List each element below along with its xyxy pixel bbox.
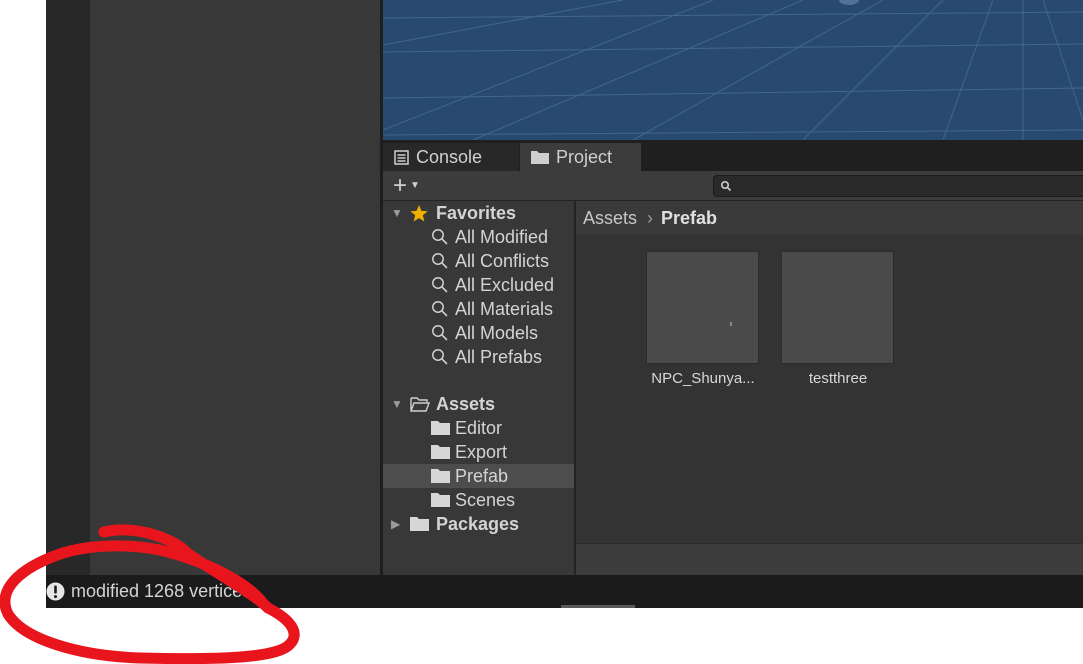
- folder-icon: [531, 150, 549, 164]
- breadcrumb: Assets › Prefab: [576, 201, 1083, 235]
- left-panel-strip: [46, 0, 90, 575]
- tree-item-favorite-search[interactable]: All Conflicts: [383, 249, 574, 273]
- search-icon: [431, 228, 449, 246]
- search-icon: [431, 276, 449, 294]
- asset-name: NPC_Shunya...: [651, 370, 755, 387]
- expand-arrow-icon[interactable]: ▶: [391, 517, 400, 531]
- tree-item-label: Packages: [436, 513, 520, 534]
- project-toolbar: + ▼: [383, 171, 1083, 201]
- folder-icon: [431, 493, 450, 507]
- status-progress-indicator: [561, 605, 635, 608]
- asset-tile[interactable]: testthree: [781, 251, 895, 387]
- chevron-right-icon: ›: [647, 207, 654, 228]
- search-input[interactable]: [713, 175, 1083, 197]
- tab-project-label: Project: [556, 146, 613, 167]
- tree-item-label: All Materials: [455, 298, 554, 319]
- prefab-preview-mark: [730, 322, 732, 326]
- project-content-area: Assets › Prefab NPC_Shunya... testthree: [576, 201, 1083, 575]
- content-footer-bar: [576, 543, 1083, 575]
- hierarchy-panel: [90, 0, 380, 575]
- asset-thumbnail: [781, 251, 894, 364]
- folder-icon: [410, 517, 429, 531]
- red-annotation-circle: [0, 524, 300, 664]
- folder-icon: [431, 469, 450, 483]
- tree-item-label: Favorites: [436, 202, 517, 223]
- asset-tile[interactable]: NPC_Shunya...: [646, 251, 760, 387]
- console-icon: [394, 149, 409, 165]
- tree-item-label: All Prefabs: [455, 346, 543, 367]
- tree-item-favorite-search[interactable]: All Materials: [383, 297, 574, 321]
- search-icon: [431, 324, 449, 342]
- tab-console[interactable]: Console: [383, 143, 519, 171]
- folder-open-icon: [410, 396, 430, 412]
- chevron-down-icon: ▼: [410, 180, 420, 191]
- tree-item-label: Export: [455, 441, 508, 462]
- tree-item-assets[interactable]: ▼ Assets: [383, 392, 574, 416]
- search-icon: [431, 300, 449, 318]
- tree-item-favorite-search[interactable]: All Prefabs: [383, 345, 574, 369]
- tree-item-packages[interactable]: ▶ Packages: [383, 512, 574, 536]
- tab-project[interactable]: Project: [520, 143, 641, 171]
- tree-item-label: All Conflicts: [455, 250, 550, 271]
- tree-item-label: Prefab: [455, 465, 509, 486]
- search-icon: [431, 348, 449, 366]
- search-icon: [720, 179, 732, 197]
- star-icon: [410, 204, 428, 222]
- tree-item-label: Scenes: [455, 489, 516, 510]
- project-folder-tree: ▼ Favorites All Modified All Conflicts A…: [383, 201, 574, 575]
- tree-item-label: All Modified: [455, 226, 549, 247]
- unity-editor: Console Project + ▼ ▼ Favorites All Modi…: [46, 0, 1083, 608]
- scene-grid: [383, 0, 1083, 140]
- tree-item-label: Editor: [455, 417, 503, 438]
- expand-arrow-icon[interactable]: ▼: [391, 206, 403, 220]
- folder-icon: [431, 421, 450, 435]
- tree-item-folder[interactable]: Editor: [383, 416, 574, 440]
- breadcrumb-item-assets[interactable]: Assets: [583, 208, 637, 229]
- tree-item-folder[interactable]: Export: [383, 440, 574, 464]
- tree-item-favorite-search[interactable]: All Modified: [383, 225, 574, 249]
- tree-item-folder-selected[interactable]: Prefab: [383, 464, 574, 488]
- tab-console-label: Console: [416, 146, 483, 167]
- tree-item-favorites[interactable]: ▼ Favorites: [383, 201, 574, 225]
- tree-item-favorite-search[interactable]: All Models: [383, 321, 574, 345]
- scene-view[interactable]: [383, 0, 1083, 140]
- create-dropdown-button[interactable]: + ▼: [393, 174, 431, 198]
- tree-item-label: Assets: [436, 393, 496, 414]
- tree-item-label: All Models: [455, 322, 539, 343]
- tree-item-label: All Excluded: [455, 274, 555, 295]
- bottom-tabbar: Console Project: [383, 140, 1083, 171]
- breadcrumb-item-current[interactable]: Prefab: [661, 208, 717, 229]
- asset-thumbnail: [646, 251, 759, 364]
- tree-item-favorite-search[interactable]: All Excluded: [383, 273, 574, 297]
- folder-icon: [431, 445, 450, 459]
- expand-arrow-icon[interactable]: ▼: [391, 397, 403, 411]
- search-icon: [431, 252, 449, 270]
- plus-icon: +: [393, 172, 408, 199]
- tree-item-folder[interactable]: Scenes: [383, 488, 574, 512]
- asset-name: testthree: [808, 370, 868, 387]
